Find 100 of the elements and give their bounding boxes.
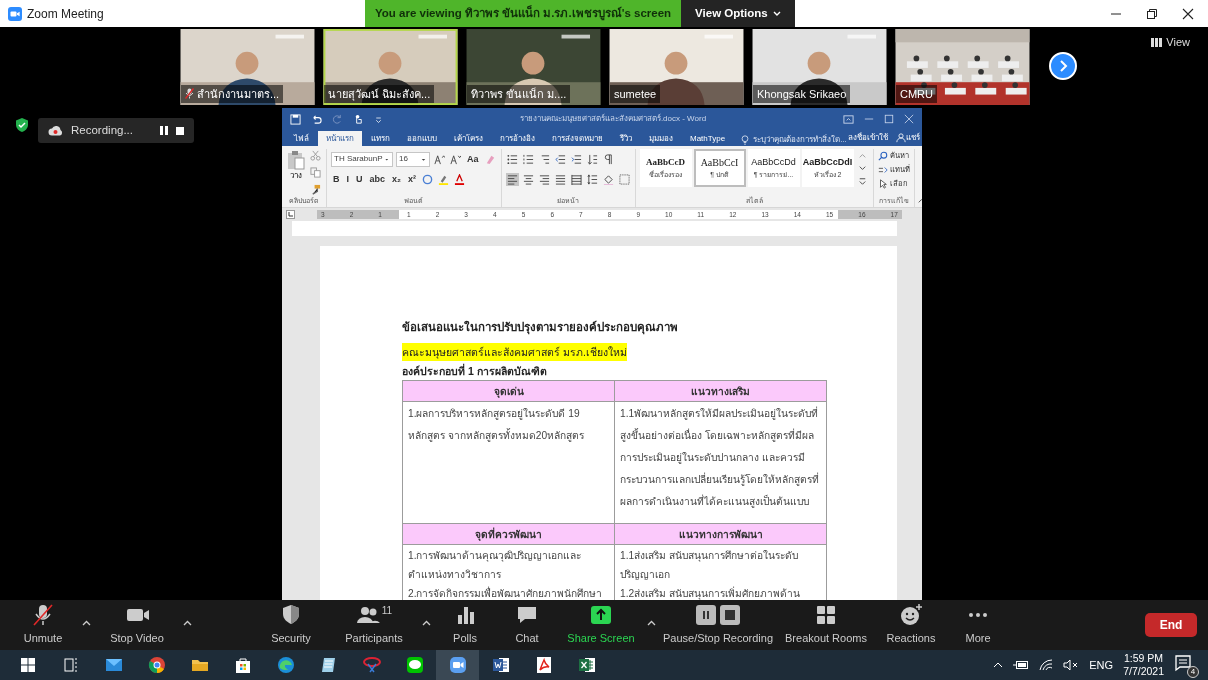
redo-icon <box>332 113 343 125</box>
lightbulb-icon <box>740 135 751 145</box>
video-camera-icon <box>8 6 22 21</box>
ribbon-tab[interactable]: แทรก <box>363 131 398 146</box>
pause-stop-icon <box>696 603 740 628</box>
language-indicator[interactable]: ENG <box>1089 656 1114 674</box>
polls-button[interactable]: Polls <box>437 603 493 647</box>
distributed-icon[interactable] <box>570 173 582 185</box>
pause-recording-button[interactable] <box>160 126 168 136</box>
format-button[interactable]: x₂ <box>390 172 404 186</box>
stop-recording-button[interactable] <box>176 126 184 135</box>
font-name-dropdown[interactable]: TH SarabunP <box>331 151 393 167</box>
caret-icon <box>772 10 781 17</box>
more-icon <box>969 613 987 618</box>
text-effects-icon[interactable] <box>422 173 434 185</box>
share-banner: You are viewing ทิวาพร ขันแน็ก ม.รภ.เพชรบูรณ์'s screen <box>365 0 682 28</box>
font-color-icon[interactable] <box>454 173 466 185</box>
cell-text: 2.การจัดกิจกรรมเพื่อพัฒนาศักยภาพนักศึกษา <box>408 585 604 600</box>
save-icon <box>290 113 301 125</box>
ribbon-tab[interactable]: หน้าแรก <box>318 131 362 146</box>
align-center-icon[interactable] <box>522 173 534 185</box>
shield-check-icon <box>16 118 28 132</box>
ribbon-tab[interactable]: ออกแบบ <box>399 131 445 146</box>
speech-bubble-icon <box>404 655 425 675</box>
reactions-button[interactable]: Reactions <box>878 603 944 647</box>
format-button[interactable]: x² <box>406 172 419 186</box>
cell-text: 1.ผลการบริหารหลักสูตรอยู่ในระดับดี 19 หลักสูตร จากหลักสูตรทั้งหมด20หลักสูตร <box>408 407 586 444</box>
document-icon <box>490 655 511 675</box>
shrink-font-icon[interactable] <box>450 153 461 165</box>
close-icon <box>904 114 914 124</box>
share-screen-button[interactable]: Share Screen <box>561 603 641 647</box>
numbering-icon[interactable] <box>522 153 534 165</box>
ribbon-tab[interactable]: การส่งจดหมาย <box>544 131 611 146</box>
ribbon-tab[interactable]: รีวิว <box>612 131 640 146</box>
ribbon-tab[interactable]: ไฟล์ <box>286 131 317 146</box>
clock[interactable]: 1:59 PM 7/7/2021 <box>1123 652 1164 678</box>
maximize-icon <box>884 114 894 124</box>
align-right-icon[interactable] <box>538 173 550 185</box>
notification-icon[interactable] <box>1174 654 1192 673</box>
share-button[interactable]: แชร์ <box>895 132 920 144</box>
close-icon[interactable] <box>1182 7 1194 20</box>
chevron-up-icon[interactable] <box>993 662 1004 668</box>
customize-icon <box>374 114 383 124</box>
format-button[interactable]: U <box>354 172 365 186</box>
wifi-icon[interactable] <box>1039 659 1054 671</box>
sign-in-link[interactable]: ลงชื่อเข้าใช้ <box>847 132 888 144</box>
notification-count: 4 <box>1187 666 1199 678</box>
battery-icon[interactable] <box>1013 660 1030 670</box>
ribbon-tab[interactable]: MathType <box>682 131 734 146</box>
pilcrow-icon[interactable] <box>602 153 614 165</box>
chat-button[interactable]: Chat <box>499 603 555 647</box>
person-icon <box>895 133 906 143</box>
ribbon-tab[interactable]: เค้าโครง <box>446 131 491 146</box>
tab-selector-icon[interactable] <box>286 210 295 219</box>
security-button[interactable]: Security <box>256 603 326 647</box>
next-page-button[interactable] <box>1049 52 1077 80</box>
muted-speaker-icon[interactable] <box>1063 659 1080 671</box>
ribbon-tab[interactable]: มุมมอง <box>641 131 681 146</box>
grow-font-icon[interactable] <box>434 153 445 165</box>
window-title: Zoom Meeting <box>27 5 104 23</box>
browser-icon <box>275 655 296 675</box>
participant-name: สำนักงานมาตร... <box>197 86 280 102</box>
caret-icon <box>647 619 656 626</box>
stop-icon <box>176 126 184 135</box>
highlighter-icon[interactable] <box>438 173 450 185</box>
recording-cloud-icon <box>48 125 63 137</box>
view-button[interactable]: View <box>1145 33 1196 52</box>
section-heading: องค์ประกอบที่ 1 การผลิตบัณฑิต <box>402 363 548 379</box>
format-painter-icon[interactable] <box>310 184 321 195</box>
participant-name: sumetee <box>614 86 657 102</box>
paste-button[interactable]: วาง <box>286 149 306 196</box>
change-case-button[interactable]: Aa <box>465 152 481 166</box>
line-spacing-icon[interactable] <box>586 173 598 185</box>
ribbon-tab[interactable]: การอ้างอิง <box>492 131 543 146</box>
stop-video-button[interactable]: Stop Video <box>97 603 177 647</box>
restore-icon[interactable] <box>1146 7 1158 20</box>
tell-me-field[interactable]: ระบุว่าคุณต้องการทำสิ่งใด... <box>753 134 847 146</box>
more-button[interactable]: More <box>950 603 1006 647</box>
bullets-icon[interactable] <box>506 153 518 165</box>
decrease-indent-icon[interactable] <box>554 153 566 165</box>
increase-indent-icon[interactable] <box>570 153 582 165</box>
breakout-rooms-button[interactable]: Breakout Rooms <box>780 603 872 647</box>
recording-button[interactable]: Pause/Stop Recording <box>662 603 774 647</box>
format-button[interactable]: I <box>344 172 351 186</box>
participants-button[interactable]: 11 Participants <box>332 603 416 647</box>
unmute-button[interactable]: Unmute <box>10 603 76 647</box>
justify-icon[interactable] <box>554 173 566 185</box>
end-meeting-button[interactable]: End <box>1145 613 1197 637</box>
participant-name: CMRU <box>900 86 933 102</box>
view-options-button[interactable]: View Options <box>681 0 795 28</box>
format-button[interactable]: abc <box>367 172 388 186</box>
search-icon <box>877 150 888 161</box>
sort-icon[interactable] <box>586 153 598 165</box>
taskbar-app[interactable] <box>436 650 479 680</box>
paint-bucket-icon[interactable] <box>602 173 614 185</box>
align-left-icon[interactable] <box>506 173 518 185</box>
format-button[interactable]: B <box>331 172 342 186</box>
ribbon-options-icon <box>843 113 854 125</box>
font-size-dropdown[interactable]: 16 <box>396 151 430 167</box>
touch-mode-icon <box>353 113 364 125</box>
